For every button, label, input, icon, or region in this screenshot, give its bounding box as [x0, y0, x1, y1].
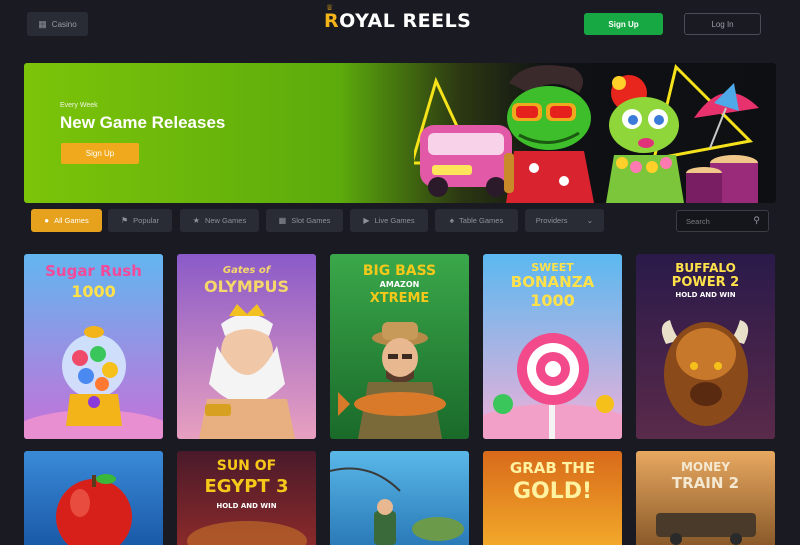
- providers-label: Providers: [535, 216, 568, 225]
- filter-slot-games[interactable]: ▦ Slot Games: [266, 209, 343, 232]
- sugar-rush-title: Sugar Rush: [45, 262, 142, 280]
- casino-label: Casino: [51, 19, 77, 29]
- grab-the-gold-subtitle: GOLD!: [512, 479, 593, 504]
- filter-new-games-label: New Games: [204, 216, 247, 225]
- filter-live-games-label: Live Games: [374, 216, 415, 225]
- filter-table-games-label: Table Games: [459, 216, 504, 225]
- game-tile-fishing[interactable]: [330, 451, 469, 545]
- filter-slot-games-label: Slot Games: [291, 216, 331, 225]
- big-bass-amazon: AMAZON: [379, 280, 420, 289]
- search-icon: ⚲: [753, 215, 760, 225]
- game-tile-sun-of-egypt-3[interactable]: SUN OF EGYPT 3 HOLD AND WIN: [177, 451, 316, 545]
- casino-button[interactable]: ▦ Casino: [27, 12, 88, 36]
- banner-kicker: Every Week: [60, 102, 98, 109]
- promo-banner[interactable]: Every Week New Game Releases Sign Up: [24, 63, 776, 203]
- sweet-bonanza-1000: 1000: [530, 291, 575, 310]
- chevron-down-icon: ⌄: [586, 216, 594, 225]
- frog-shirt: [506, 151, 594, 203]
- search-box[interactable]: Search ⚲: [676, 210, 769, 232]
- sun-of-egypt-hold-and-win: HOLD AND WIN: [216, 502, 277, 510]
- new-games-icon: ★: [192, 216, 200, 225]
- table-games-icon: ♠: [449, 216, 455, 225]
- olympus-title: OLYMPUS: [203, 277, 290, 296]
- all-games-icon: ●: [44, 216, 50, 225]
- game-tile-big-bass-amazon-xtreme[interactable]: BIG BASS AMAZON XTREME: [330, 254, 469, 439]
- filter-all-games-label: All Games: [54, 216, 89, 225]
- banner-frog-artwork: [414, 64, 759, 203]
- game-tile-gates-of-olympus[interactable]: Gates of OLYMPUS: [177, 254, 316, 439]
- buffalo-power-2: POWER 2: [671, 275, 740, 290]
- live-games-icon: ▶: [363, 216, 370, 225]
- apple-art: [24, 451, 163, 545]
- filter-new-games[interactable]: ★ New Games: [180, 209, 259, 232]
- game-tile-sweet-bonanza[interactable]: SWEET BONANZA 1000: [483, 254, 622, 439]
- money-train-2: TRAIN 2: [671, 474, 740, 492]
- sun-of-egypt-title: SUN OF: [216, 458, 277, 474]
- slot-games-icon: ▦: [278, 216, 287, 225]
- olympus-kicker: Gates of: [222, 265, 271, 276]
- filter-all-games[interactable]: ● All Games: [31, 209, 102, 232]
- buffalo-power-title: BUFFALO: [675, 261, 736, 275]
- crown-icon: ♕: [326, 3, 334, 12]
- casino-icon: ▦: [38, 18, 47, 29]
- game-tile-sugar-rush[interactable]: Sugar Rush 1000: [24, 254, 163, 439]
- big-bass-title: BIG BASS: [362, 263, 437, 279]
- buffalo-power-hold-and-win: HOLD AND WIN: [675, 291, 736, 299]
- filter-popular[interactable]: ⚑ Popular: [108, 209, 172, 232]
- sweet-bonanza-kicker: SWEET: [531, 261, 574, 274]
- providers-dropdown[interactable]: Providers ⌄: [525, 209, 604, 232]
- filter-table-games[interactable]: ♠ Table Games: [435, 209, 518, 232]
- logo-crown-letter: ♕ R: [324, 3, 340, 32]
- game-tile-grab-the-gold[interactable]: GRAB THE GOLD!: [483, 451, 622, 545]
- big-bass-xtreme: XTREME: [369, 291, 430, 306]
- popular-icon: ⚑: [120, 216, 129, 225]
- sun-of-egypt-3: EGYPT 3: [204, 476, 289, 497]
- grab-the-gold-title: GRAB THE: [509, 459, 596, 477]
- signup-button[interactable]: Sign Up: [584, 13, 663, 35]
- guitar: [504, 153, 514, 193]
- search-placeholder: Search: [686, 217, 710, 226]
- game-tile-buffalo-power-2[interactable]: BUFFALO POWER 2 HOLD AND WIN: [636, 254, 775, 439]
- login-button[interactable]: Log In: [684, 13, 761, 35]
- game-tile-apple[interactable]: [24, 451, 163, 545]
- banner-title: New Game Releases: [60, 113, 226, 132]
- fishing-art: [330, 451, 469, 545]
- sugar-rush-subtitle: 1000: [71, 282, 116, 301]
- filter-popular-label: Popular: [133, 216, 160, 225]
- money-train-title: MONEY: [680, 460, 731, 474]
- royal-reels-logo[interactable]: ♕ R OYAL REELS: [324, 3, 472, 32]
- sweet-bonanza-title: BONANZA: [510, 273, 595, 291]
- top-header: ▦ Casino ♕ R OYAL REELS Sign Up Log In: [0, 0, 800, 50]
- game-tile-money-train-2[interactable]: MONEY TRAIN 2: [636, 451, 775, 545]
- banner-signup-button[interactable]: Sign Up: [61, 143, 139, 164]
- filter-live-games[interactable]: ▶ Live Games: [350, 209, 428, 232]
- logo-text: OYAL REELS: [339, 10, 472, 32]
